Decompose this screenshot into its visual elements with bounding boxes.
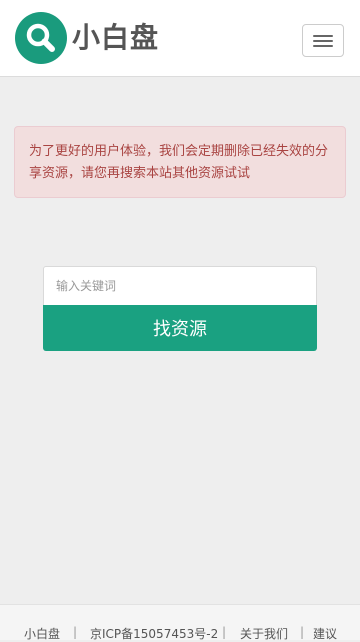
footer: 小白盘 | 京ICP备15057453号-2 | 关于我们 | 建议: [0, 604, 360, 642]
logo-search-icon[interactable]: [15, 12, 67, 64]
brand-title[interactable]: 小白盘: [72, 18, 159, 58]
menu-toggle-button[interactable]: [302, 24, 344, 57]
footer-separator: |: [222, 625, 227, 639]
footer-link-feedback[interactable]: 建议: [313, 625, 337, 642]
alert-message: 为了更好的用户体验，我们会定期删除已经失效的分享资源，请您再搜索本站其他资源试试: [14, 126, 346, 198]
footer-separator: |: [300, 625, 305, 639]
search-button[interactable]: 找资源: [43, 305, 317, 351]
hamburger-menu-icon: [313, 35, 333, 37]
footer-separator: |: [73, 625, 78, 639]
footer-link-about[interactable]: 关于我们: [240, 625, 288, 642]
search-input[interactable]: [43, 266, 317, 306]
footer-link-home[interactable]: 小白盘: [24, 625, 60, 642]
navbar: 小白盘: [0, 0, 360, 77]
footer-link-icp[interactable]: 京ICP备15057453号-2: [90, 625, 218, 642]
